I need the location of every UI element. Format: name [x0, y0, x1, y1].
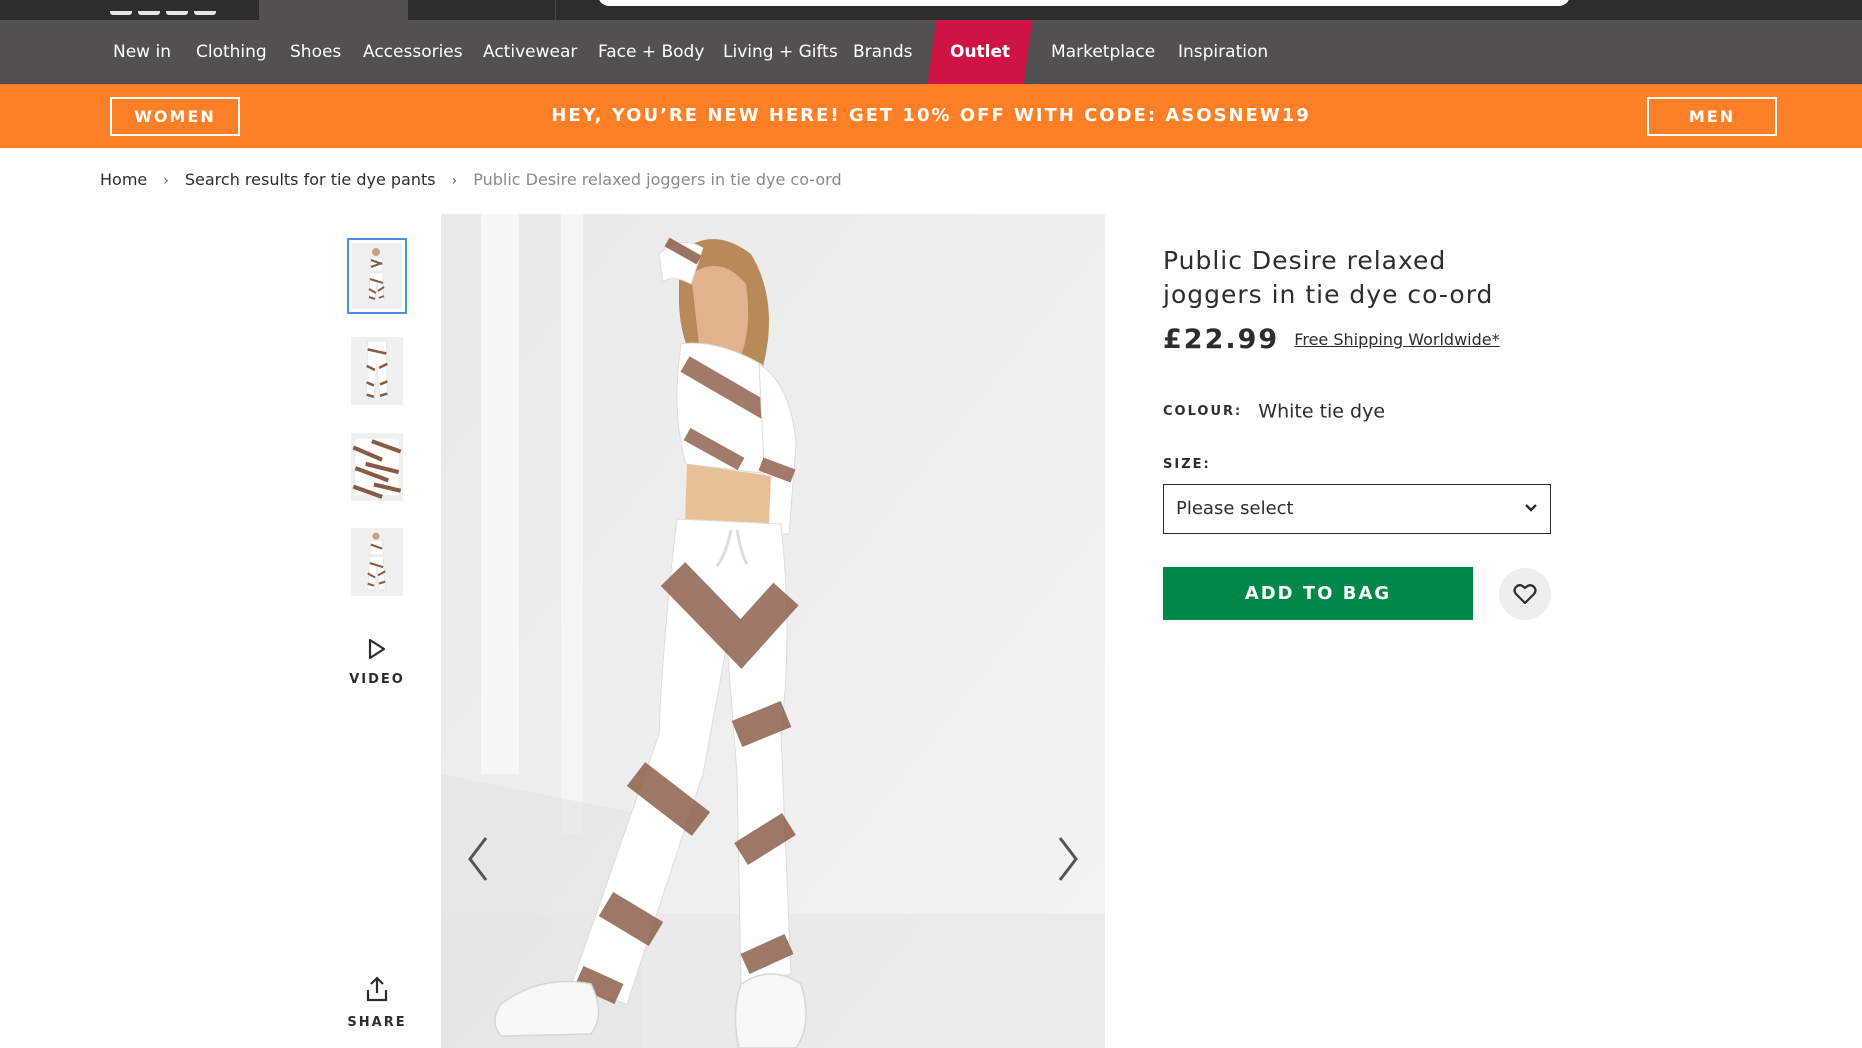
nav-item-accessories[interactable]: Accessories [363, 20, 463, 84]
thumbnail-image [351, 337, 403, 405]
size-select-value: Please select [1176, 497, 1294, 519]
shipping-link[interactable]: Free Shipping Worldwide* [1294, 330, 1499, 349]
nav-item-shoes[interactable]: Shoes [290, 20, 341, 84]
men-button[interactable]: MEN [1647, 97, 1777, 136]
nav-item-clothing[interactable]: Clothing [196, 20, 267, 84]
women-button[interactable]: WOMEN [110, 97, 240, 136]
size-select[interactable]: Please select [1163, 483, 1551, 534]
video-button[interactable]: VIDEO [337, 638, 417, 687]
share-icon [366, 976, 388, 1002]
heart-icon [1513, 583, 1537, 604]
main-product-image[interactable] [441, 214, 1105, 1048]
nav-item-new-in[interactable]: New in [113, 20, 171, 84]
nav-item-outlet[interactable]: Outlet [927, 20, 1033, 84]
nav-item-inspiration[interactable]: Inspiration [1178, 20, 1268, 84]
breadcrumb-home[interactable]: Home [100, 170, 147, 189]
breadcrumb-separator: › [163, 173, 169, 189]
product-photo [441, 214, 1105, 1048]
thumbnail-1[interactable] [347, 238, 407, 314]
product-info: Public Desire relaxed joggers in tie dye… [1163, 244, 1553, 620]
breadcrumb: Home › Search results for tie dye pants › Pu… [100, 170, 842, 189]
chevron-down-icon [1524, 485, 1538, 533]
breadcrumb-search[interactable]: Search results for tie dye pants [185, 170, 436, 189]
nav-item-outlet-label: Outlet [949, 42, 1011, 62]
buy-row: ADD TO BAG [1163, 566, 1553, 620]
play-icon [368, 638, 386, 660]
share-button[interactable]: SHARE [337, 975, 417, 1030]
promo-text: HEY, YOU’RE NEW HERE! GET 10% OFF WITH C… [551, 105, 1311, 126]
nav-item-living-gifts[interactable]: Living + Gifts [723, 20, 838, 84]
search-input[interactable] [598, 0, 1570, 6]
thumbnail-image [352, 243, 402, 309]
thumbnail-2[interactable] [351, 337, 403, 405]
thumbnail-4[interactable] [351, 528, 403, 596]
header-divider [555, 0, 556, 20]
breadcrumb-current: Public Desire relaxed joggers in tie dye… [473, 170, 842, 189]
nav-item-brands[interactable]: Brands [853, 20, 913, 84]
chevron-left-icon[interactable] [458, 824, 498, 894]
video-label: VIDEO [349, 672, 405, 687]
product-title: Public Desire relaxed joggers in tie dye… [1163, 246, 1494, 309]
chevron-right-icon[interactable] [1048, 824, 1088, 894]
colour-label: COLOUR: [1163, 404, 1243, 419]
breadcrumb-separator: › [451, 173, 458, 189]
top-header-strip [0, 0, 1862, 20]
thumbnail-image [351, 528, 403, 596]
nav-item-activewear[interactable]: Activewear [483, 20, 577, 84]
header-tab-active[interactable] [259, 0, 408, 20]
logo[interactable] [110, 0, 230, 15]
share-label: SHARE [347, 1015, 407, 1030]
save-for-later-button[interactable] [1499, 567, 1551, 620]
nav-item-marketplace[interactable]: Marketplace [1051, 20, 1155, 84]
add-to-bag-button[interactable]: ADD TO BAG [1163, 566, 1473, 620]
price-row: £22.99 Free Shipping Worldwide* [1163, 324, 1553, 360]
thumbnail-3[interactable] [351, 433, 403, 501]
promo-banner: HEY, YOU’RE NEW HERE! GET 10% OFF WITH C… [0, 84, 1862, 148]
thumbnail-image [351, 433, 403, 501]
product-price: £22.99 [1163, 324, 1280, 355]
category-nav: New in Clothing Shoes Accessories Active… [0, 20, 1862, 84]
size-label: SIZE: [1163, 456, 1211, 472]
colour-row: COLOUR: White tie dye [1163, 400, 1553, 423]
nav-item-face-body[interactable]: Face + Body [598, 20, 704, 84]
colour-value: White tie dye [1258, 400, 1386, 423]
